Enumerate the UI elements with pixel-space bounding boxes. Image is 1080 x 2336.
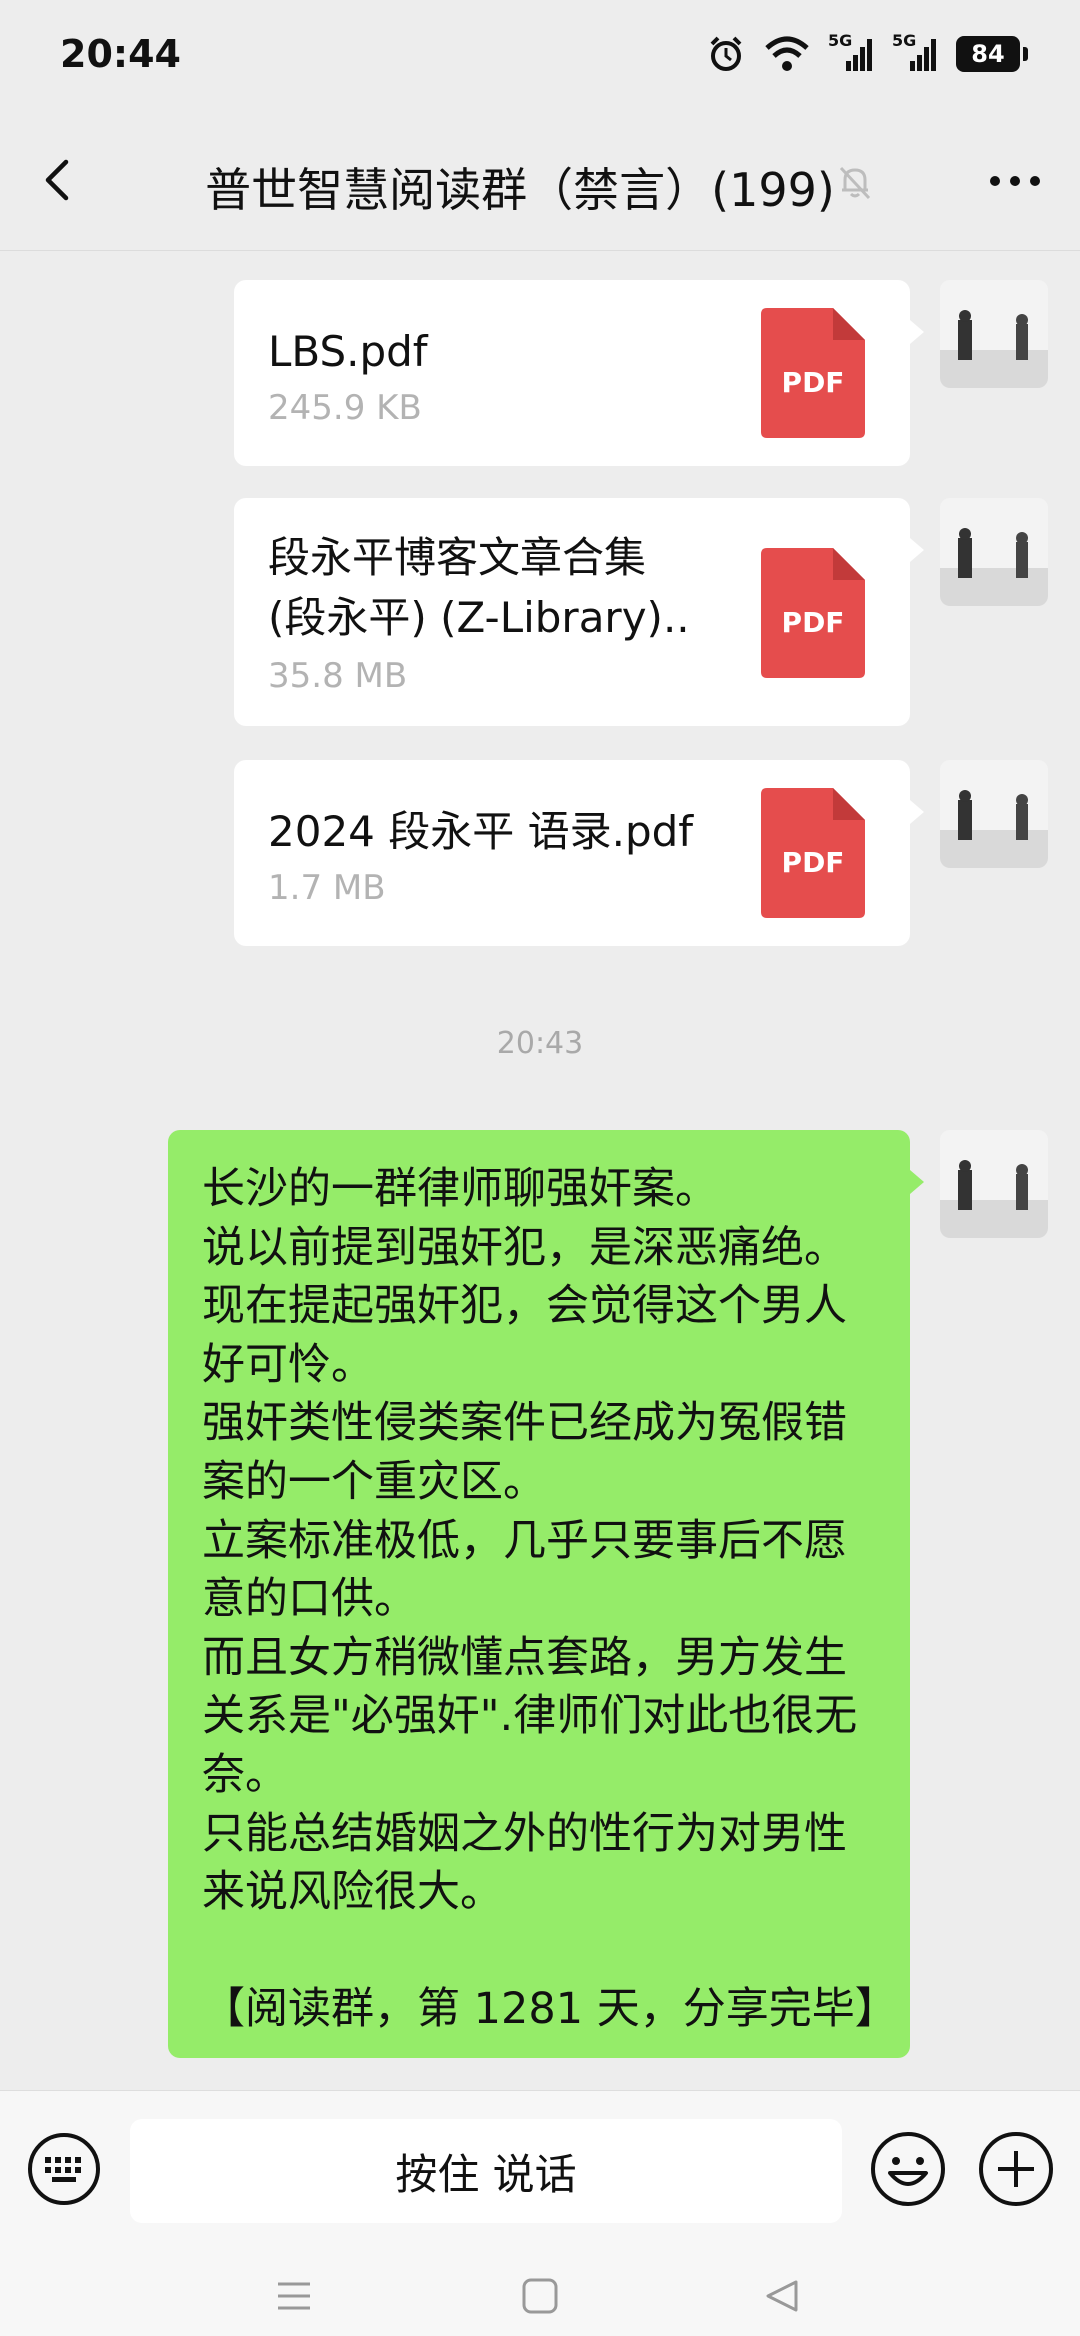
chat-input-bar: 按住 说话: [0, 2090, 1080, 2251]
status-bar: 20:44 5G 5G 84: [0, 0, 1080, 110]
file-name-line: 段永平博客文章合集: [268, 533, 647, 582]
avatar[interactable]: [940, 498, 1048, 606]
message-line: 只能总结婚姻之外的性行为对男性: [202, 1808, 847, 1859]
file-message[interactable]: 2024 段永平 语录.pdf 1.7 MB PDF: [234, 760, 924, 946]
back-triangle-icon[interactable]: [760, 2276, 804, 2316]
file-name: LBS.pdf: [268, 327, 428, 376]
system-navigation-bar: [0, 2250, 1080, 2336]
keyboard-toggle-button[interactable]: [26, 2131, 102, 2207]
message-line: 立案标准极低，几乎只要事后不愿: [202, 1515, 847, 1566]
home-icon[interactable]: [520, 2276, 560, 2316]
message-line: 而且女方稍微懂点套路，男方发生: [202, 1632, 847, 1683]
message-line: 意的口供。: [202, 1574, 417, 1625]
emoji-icon: [871, 2132, 945, 2206]
pdf-file-icon: PDF: [761, 548, 865, 678]
more-functions-button[interactable]: [976, 2129, 1056, 2209]
avatar[interactable]: [940, 1130, 1048, 1238]
file-message[interactable]: 段永平博客文章合集 (段永平) (Z-Library).. 35.8 MB PD…: [234, 498, 924, 726]
file-name-line: (段永平) (Z-Library)..: [268, 593, 690, 642]
menu-icon[interactable]: [272, 2276, 316, 2316]
more-dots-icon: [990, 176, 1040, 186]
message-line: 来说风险很大。: [202, 1867, 503, 1918]
message-line: 现在提起强奸犯，会觉得这个男人: [202, 1281, 847, 1332]
avatar-photo: [940, 1130, 1048, 1238]
message-text: 长沙的一群律师聊强奸案。 说以前提到强奸犯，是深恶痛绝。 现在提起强奸犯，会觉得…: [202, 1160, 898, 2039]
mute-bell-icon: [839, 166, 871, 200]
signal-icon-1: 5G: [828, 31, 874, 73]
chat-title: 普世智慧阅读群（禁言）(199): [205, 163, 835, 217]
battery-indicator: 84: [956, 36, 1028, 72]
status-icons: 5G 5G 84: [706, 31, 1028, 74]
file-size: 35.8 MB: [268, 656, 408, 696]
wifi-icon: [765, 36, 809, 71]
status-time: 20:44: [60, 32, 181, 76]
message-line: 强奸类性侵类案件已经成为冤假错: [202, 1398, 847, 1449]
avatar[interactable]: [940, 760, 1048, 868]
avatar-photo: [940, 760, 1048, 868]
file-size: 1.7 MB: [268, 868, 386, 908]
pdf-file-icon: PDF: [761, 308, 865, 438]
emoji-button[interactable]: [868, 2129, 948, 2209]
message-line: 奈。: [202, 1749, 288, 1800]
message-timestamp: 20:43: [496, 1026, 584, 1061]
plus-icon: [979, 2132, 1053, 2206]
hold-to-talk-button[interactable]: 按住 说话: [130, 2119, 842, 2223]
avatar[interactable]: [940, 280, 1048, 388]
pdf-icon-label: PDF: [781, 606, 845, 639]
message-line: 关系是"必强奸".律师们对此也很无: [202, 1691, 858, 1742]
alarm-icon: [710, 36, 742, 71]
chat-header: 普世智慧阅读群（禁言）(199): [0, 110, 1080, 251]
text-message-bubble[interactable]: 长沙的一群律师聊强奸案。 说以前提到强奸犯，是深恶痛绝。 现在提起强奸犯，会觉得…: [168, 1130, 924, 2058]
pdf-icon-label: PDF: [781, 846, 845, 879]
message-line: 好可怜。: [202, 1339, 374, 1390]
pdf-file-icon: PDF: [761, 788, 865, 918]
pdf-icon-label: PDF: [781, 366, 845, 399]
file-size: 245.9 KB: [268, 388, 422, 428]
avatar-photo: [940, 498, 1048, 606]
more-options-button[interactable]: [980, 146, 1050, 216]
keyboard-icon: [28, 2133, 100, 2205]
battery-level: 84: [971, 40, 1005, 68]
message-line: 【阅读群，第 1281 天，分享完毕】: [202, 1984, 898, 2035]
message-line: 案的一个重灾区。: [202, 1456, 546, 1507]
file-name: 2024 段永平 语录.pdf: [268, 807, 694, 856]
avatar-photo: [940, 280, 1048, 388]
message-line: [202, 1922, 892, 1981]
signal-icon-2: 5G: [892, 31, 938, 73]
file-message[interactable]: LBS.pdf 245.9 KB PDF: [234, 280, 924, 466]
message-line: 说以前提到强奸犯，是深恶痛绝。: [202, 1222, 847, 1273]
message-line: 长沙的一群律师聊强奸案。: [202, 1164, 718, 1214]
